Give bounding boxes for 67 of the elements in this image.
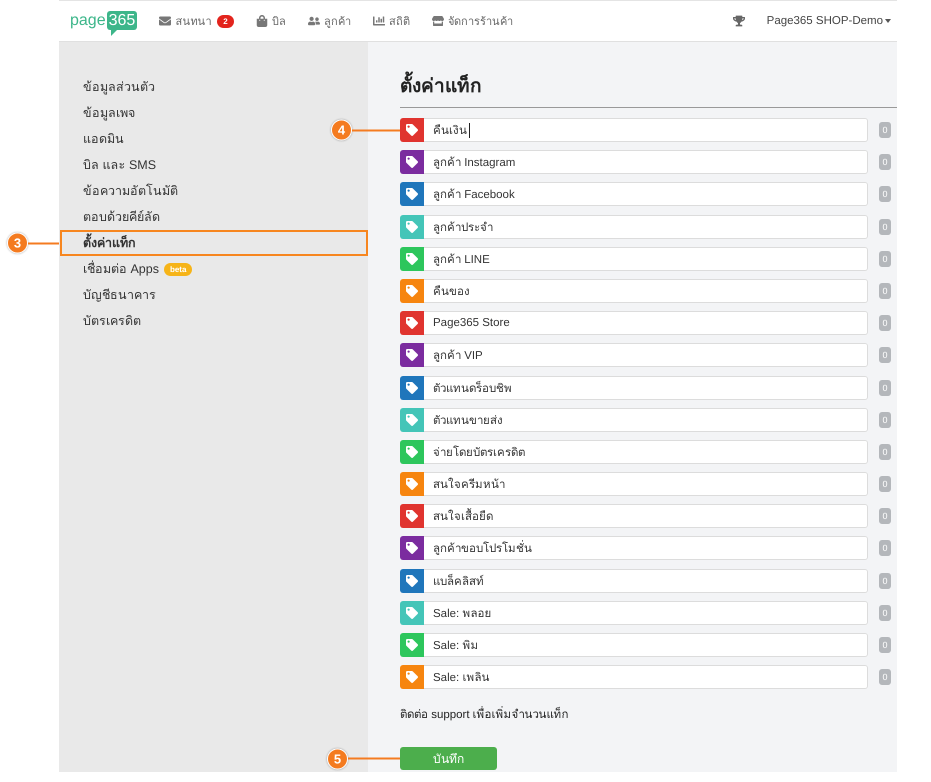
store-icon [432, 15, 444, 27]
nav-link[interactable]: ลูกค้า [308, 12, 351, 30]
tag-count-badge: 0 [879, 444, 891, 460]
tag-name-field[interactable]: สนใจครีมหน้า [424, 472, 868, 496]
people-icon [308, 15, 320, 27]
tag-count-badge: 0 [879, 572, 891, 589]
tag-name-field[interactable]: ลูกค้าขอบโปรโมชั่น [424, 536, 868, 560]
nav-link[interactable]: สถิติ [372, 12, 410, 30]
sidebar-item[interactable]: บัตรเครดิต [83, 308, 141, 334]
tag-name-field[interactable]: ตัวแทนดร็อบชิพ [424, 376, 868, 400]
tag-name-field[interactable]: ลูกค้าประจำ [424, 214, 868, 239]
tag-count-badge: 0 [879, 476, 891, 492]
step-number-marker: 3 [7, 232, 28, 254]
sidebar-item[interactable]: ข้อมูลเพจ [83, 100, 135, 126]
tag-name-field[interactable]: แบล็คลิสท์ [424, 568, 868, 593]
tag-count-badge: 0 [879, 186, 891, 202]
tag-name-field[interactable]: Page365 Store [424, 311, 868, 336]
sidebar-item[interactable]: บัญชีธนาคาร [83, 282, 156, 308]
tag-name-field[interactable]: ลูกค้า VIP [424, 343, 868, 368]
tag-count-badge: 0 [879, 669, 891, 686]
leader-line [352, 129, 400, 131]
tag-name-field[interactable]: คืนเงิน [424, 118, 868, 142]
tag-count-badge: 0 [879, 508, 891, 524]
leader-line [28, 242, 59, 244]
tag-name-field[interactable]: ตัวแทนขายส่ง [424, 408, 868, 432]
tag-name-field[interactable]: สนใจเสื้อยืด [424, 504, 868, 528]
tag-count-badge: 0 [879, 122, 891, 138]
support-note: ติดต่อ support เพื่อเพิ่มจำนวนแท็ก [400, 707, 897, 724]
bar-chart-icon [372, 15, 385, 27]
tag-count-badge: 0 [879, 540, 891, 556]
tag-count-badge: 0 [879, 637, 891, 653]
bag-icon [256, 15, 268, 27]
tag-name-field[interactable]: ลูกค้า Instagram [424, 150, 868, 174]
tag-name-field[interactable]: Sale: พิม [424, 633, 868, 657]
tag-name-field[interactable]: ลูกค้า Facebook [424, 182, 868, 206]
sidebar-item[interactable]: แอดมิน [83, 126, 124, 152]
sidebar-item[interactable]: ข้อมูลส่วนตัว [83, 74, 155, 100]
trophy-icon[interactable] [732, 15, 745, 27]
tag-name-field[interactable]: จ่ายโดยบัตรเครดิต [424, 440, 868, 464]
tag-name-field[interactable]: ลูกค้า LINE [424, 246, 868, 271]
tag-count-badge: 0 [879, 154, 891, 170]
tag-name-field[interactable]: Sale: เพลิน [424, 665, 868, 690]
page-title: ตั้งค่าแท็ก [400, 72, 897, 108]
sidebar-item[interactable]: เชื่อมต่อ Apps beta [83, 256, 192, 282]
tag-name-field[interactable]: Sale: พลอย [424, 600, 868, 625]
tag-count-badge: 0 [879, 412, 891, 428]
tag-count-badge: 0 [879, 604, 891, 621]
sidebar-item[interactable]: ข้อความอัตโนมัติ [83, 178, 178, 204]
nav-link[interactable]: สนทนา 2 [159, 12, 234, 30]
tag-count-badge: 0 [879, 250, 891, 267]
beta-badge: beta [164, 262, 192, 276]
leader-line [348, 758, 400, 760]
account-menu[interactable]: Page365 SHOP-Demo [766, 15, 891, 27]
nav-link[interactable]: จัดการร้านค้า [432, 12, 513, 30]
tag-name-field[interactable]: คืนของ [424, 278, 868, 303]
tag-count-badge: 0 [879, 347, 891, 364]
sidebar-item[interactable]: บิล และ SMS [83, 152, 156, 178]
sidebar-item[interactable]: ตอบด้วยคีย์ลัด [83, 204, 160, 230]
envelope-icon [159, 15, 172, 27]
tag-count-badge: 0 [879, 315, 891, 332]
caret-icon [885, 19, 891, 23]
tag-count-badge: 0 [879, 282, 891, 299]
nav-link[interactable]: บิล [256, 12, 286, 30]
tag-count-badge: 0 [879, 218, 891, 235]
count-badge: 2 [217, 14, 234, 28]
sidebar-item[interactable]: ตั้งค่าแท็ก [83, 230, 136, 256]
tag-count-badge: 0 [879, 380, 891, 396]
